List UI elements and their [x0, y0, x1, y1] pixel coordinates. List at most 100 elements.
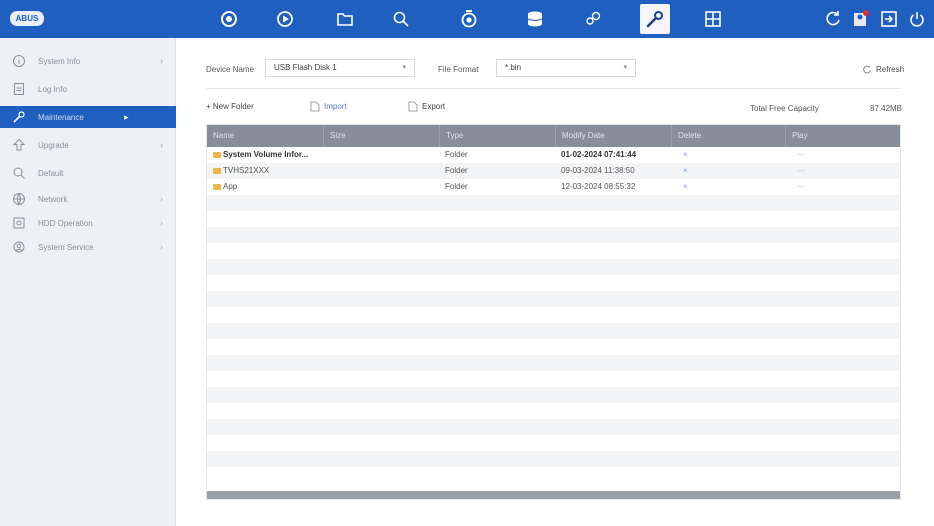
chevron-right-icon: ›: [160, 140, 163, 150]
column-header-name[interactable]: Name: [207, 125, 323, 147]
database-icon[interactable]: [520, 4, 550, 34]
empty-row: [207, 467, 900, 483]
device-name-select[interactable]: USB Flash Disk 1 ▾: [265, 59, 415, 77]
play-icon[interactable]: [270, 4, 300, 34]
sidebar-item-system-info[interactable]: System Info ›: [0, 50, 176, 72]
empty-row: [207, 227, 900, 243]
empty-row: [207, 275, 900, 291]
row-name-text: TVHS21XXX: [223, 166, 270, 175]
horizontal-scrollbar[interactable]: [207, 491, 900, 499]
empty-row: [207, 291, 900, 307]
import-label: Import: [324, 102, 347, 111]
grid-icon[interactable]: [698, 4, 728, 34]
wrench-icon[interactable]: [640, 4, 670, 34]
delete-icon[interactable]: ×: [683, 179, 688, 195]
chevron-right-icon: ›: [160, 218, 163, 228]
column-header-type[interactable]: Type: [439, 125, 555, 147]
empty-row: [207, 339, 900, 355]
import-button[interactable]: Import: [310, 101, 347, 112]
alarm-icon[interactable]: [454, 4, 484, 34]
sidebar: System Info › Log Info Maintenance ▸ Upg…: [0, 38, 176, 526]
empty-row: [207, 371, 900, 387]
empty-row: [207, 243, 900, 259]
main-panel: Device Name USB Flash Disk 1 ▾ File Form…: [176, 38, 934, 526]
power-icon[interactable]: [902, 4, 932, 34]
hdd-icon: [12, 216, 26, 230]
chevron-right-icon: ›: [160, 242, 163, 252]
folder-icon: [213, 151, 221, 158]
row-name-text: System Volume Infor...: [223, 150, 309, 159]
logout-icon[interactable]: [874, 4, 904, 34]
empty-row: [207, 435, 900, 451]
maintenance-icon: [12, 110, 26, 124]
play-placeholder: —: [797, 166, 805, 175]
service-icon: [12, 240, 26, 254]
folder-icon: [213, 167, 221, 174]
folder-icon: [213, 183, 221, 190]
empty-row: [207, 323, 900, 339]
sidebar-item-default[interactable]: Default: [0, 162, 176, 184]
column-header-modify-date[interactable]: Modify Date: [555, 125, 671, 147]
refresh-button[interactable]: Refresh: [862, 64, 904, 75]
empty-row: [207, 259, 900, 275]
settings-icon[interactable]: [578, 4, 608, 34]
device-name-value: USB Flash Disk 1: [274, 63, 337, 72]
empty-row: [207, 211, 900, 227]
search-icon[interactable]: [386, 4, 416, 34]
empty-row: [207, 355, 900, 371]
sidebar-item-label: HDD Operation: [38, 218, 93, 228]
table-header: Name Size Type Modify Date Delete Play: [207, 125, 900, 147]
empty-row: [207, 307, 900, 323]
brand-logo: ABUS: [10, 11, 44, 26]
sidebar-item-network[interactable]: Network ›: [0, 188, 176, 210]
folder-icon[interactable]: [330, 4, 360, 34]
file-format-label: File Format: [438, 65, 479, 74]
cell-type: Folder: [445, 150, 468, 159]
export-icon: [408, 101, 418, 112]
refresh-icon[interactable]: [818, 4, 848, 34]
free-capacity-value: 87.42MB: [870, 104, 903, 113]
file-format-select[interactable]: *.bin ▾: [496, 59, 636, 77]
new-folder-button[interactable]: + New Folder: [206, 102, 254, 111]
sidebar-item-label: Default: [38, 168, 64, 178]
import-icon: [310, 101, 320, 112]
empty-row: [207, 403, 900, 419]
network-icon: [12, 192, 26, 206]
new-folder-label: + New Folder: [206, 102, 254, 111]
sidebar-item-hdd-operation[interactable]: HDD Operation ›: [0, 212, 176, 234]
delete-icon[interactable]: ×: [683, 147, 688, 163]
export-button[interactable]: Export: [408, 101, 445, 112]
sidebar-item-upgrade[interactable]: Upgrade ›: [0, 134, 176, 156]
sidebar-item-system-service[interactable]: System Service ›: [0, 236, 176, 258]
sidebar-item-label: System Service: [38, 242, 94, 252]
cell-name: TVHS21XXX: [213, 163, 321, 179]
sidebar-item-label: Upgrade: [38, 140, 69, 150]
cell-modify-date: 09-03-2024 11:38:50: [561, 166, 635, 175]
table-row[interactable]: App Folder 12-03-2024 08:55:32 × —: [207, 179, 900, 195]
cell-modify-date: 12-03-2024 08:55:32: [561, 182, 636, 191]
file-table: Name Size Type Modify Date Delete Play S…: [206, 124, 901, 500]
user-icon[interactable]: [846, 4, 876, 34]
upgrade-icon: [12, 138, 26, 152]
sidebar-item-label: Maintenance: [38, 112, 84, 122]
empty-row: [207, 387, 900, 403]
refresh-label: Refresh: [876, 65, 905, 74]
sidebar-item-log-info[interactable]: Log Info: [0, 78, 176, 100]
free-capacity-label: Total Free Capacity: [750, 104, 819, 113]
default-icon: [12, 166, 26, 180]
table-row[interactable]: System Volume Infor... Folder 01-02-2024…: [207, 147, 900, 163]
table-row[interactable]: TVHS21XXX Folder 09-03-2024 11:38:50 × —: [207, 163, 900, 179]
camera-icon[interactable]: [214, 4, 244, 34]
sidebar-item-label: Log Info: [38, 84, 67, 94]
column-header-size[interactable]: Size: [323, 125, 439, 147]
empty-row: [207, 419, 900, 435]
play-placeholder: —: [797, 182, 805, 191]
delete-icon[interactable]: ×: [683, 163, 688, 179]
file-format-value: *.bin: [505, 63, 522, 72]
sidebar-item-maintenance[interactable]: Maintenance ▸: [0, 106, 176, 128]
info-icon: [12, 54, 26, 68]
log-icon: [12, 82, 26, 96]
column-header-play[interactable]: Play: [785, 125, 902, 147]
column-header-delete[interactable]: Delete: [671, 125, 785, 147]
sidebar-item-label: Network: [38, 194, 68, 204]
